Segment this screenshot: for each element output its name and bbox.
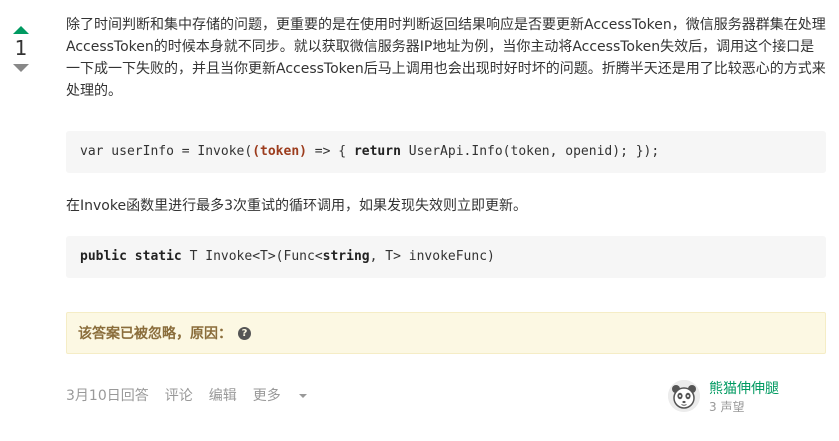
code-keyword: return [353,144,401,159]
user-card: 熊猫伸伸腿 3 声望 [668,376,828,416]
vote-down-icon[interactable] [13,64,29,72]
answer-paragraph: 除了时间判断和集中存储的问题，更重要的是在使用时判断返回结果响应是否要更新Acc… [66,17,826,99]
edit-link[interactable]: 编辑 [209,385,237,405]
vote-up-icon[interactable] [13,26,29,34]
comment-link[interactable]: 评论 [165,385,193,405]
more-label: 更多 [252,388,281,404]
vote-count: 1 [14,36,28,60]
code-text: T Invoke<T>(Func< [181,249,323,264]
code-text: , T> invokeFunc) [369,249,495,264]
code-text: var userInfo = Invoke( [80,144,253,159]
code-block: public static T Invoke<T>(Func<string, T… [66,236,826,278]
code-token: (token) [252,144,307,159]
more-dropdown[interactable]: 更多 [253,385,307,405]
answered-date-link[interactable]: 3月10日回答 [66,385,149,405]
panda-avatar-icon [668,380,700,412]
answer-actions: 3月10日回答 评论 编辑 更多 [66,385,323,405]
ignored-notice-text: 该答案已被忽略，原因： [78,326,232,342]
question-circle-icon[interactable]: ? [238,326,251,340]
answer-content: 除了时间判断和集中存储的问题，更重要的是在使用时判断返回结果响应是否要更新Acc… [66,14,828,414]
code-block: var userInfo = Invoke((token) => { retur… [66,131,826,173]
code-text: UserApi.Info(token, openid); }); [400,144,660,159]
code-text: => { [306,144,354,159]
code-keyword: public [80,249,127,264]
code-keyword: static [134,249,182,264]
vote-widget: 1 [0,14,44,78]
user-reputation: 3 声望 [709,400,745,414]
caret-down-icon [298,394,307,398]
code-keyword: string [322,249,370,264]
ignored-notice: 该答案已被忽略，原因： ? [66,312,826,354]
answer-paragraph: 在Invoke函数里进行最多3次重试的循环调用，如果发现失效则立即更新。 [66,198,527,214]
user-name-link[interactable]: 熊猫伸伸腿 [709,378,779,398]
avatar[interactable] [668,380,700,412]
